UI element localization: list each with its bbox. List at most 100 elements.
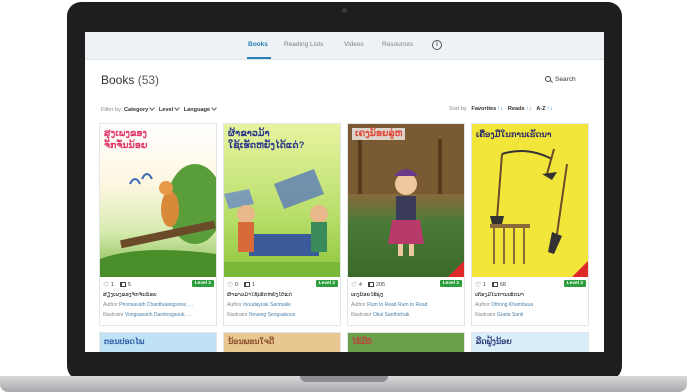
book-card[interactable]: ໄຮ້ມີບໍ່ — [347, 332, 465, 352]
girl-illustration — [348, 124, 464, 277]
cover-title: ໄຮ້ມີບໍ່ — [352, 337, 373, 346]
author-name[interactable]: Othong Khambuua — [491, 302, 533, 308]
illustrator-name[interactable]: Okul Santhichak — [373, 312, 409, 318]
read-count: 68 — [499, 282, 506, 288]
book-title[interactable]: ເຄງນ້ອຍໄຮ້ພຸ່ງ — [351, 292, 461, 298]
book-card[interactable]: ນ້ອນພອນໃຈດີ — [223, 332, 341, 352]
book-icon — [119, 282, 126, 287]
farm-tools-illustration — [490, 148, 588, 277]
illustrator-name[interactable]: Vongsavanh Damlongsouk, ... — [125, 312, 191, 318]
read-count: 5 — [127, 282, 131, 288]
search-button[interactable]: Search — [545, 76, 576, 83]
author-prefix: Author — [351, 302, 366, 308]
illustrator-name[interactable]: Noveng Sengsakoun — [249, 312, 295, 318]
heart-icon[interactable]: ♡ — [227, 282, 233, 289]
tab-books[interactable]: Books — [248, 41, 268, 48]
book-count: (53) — [137, 73, 160, 87]
chevron-down-icon — [211, 105, 217, 111]
search-label: Search — [555, 76, 576, 83]
book-stats: ♡ 1 5 — [103, 281, 131, 289]
author-name[interactable]: Phonsavath Chanthalangsone, ... — [119, 302, 193, 308]
info-icon[interactable]: i — [432, 40, 442, 50]
book-card[interactable]: ຜ້າຂາວມ້າ ໃຊ້ເຮັດຫຍັງໄດ້ແດ່? ♡ 0 1 Level … — [223, 123, 341, 326]
cover-title: ນ້ອນພອນໃຈດີ — [228, 337, 275, 346]
cover-title: ຕອນປອດໄພ — [104, 337, 145, 346]
sort-bar: Sort by Favorites↑↓ Reads↑↓ A-Z↑↓ — [449, 106, 556, 112]
like-count: 0 — [234, 282, 238, 288]
chevron-down-icon — [174, 105, 180, 111]
filter-category[interactable]: Category — [124, 107, 148, 113]
illustrator-prefix: Illustrator — [103, 312, 124, 318]
book-card[interactable]: ເຄງນ້ອຍລູ່ຫ ♡ 4 205 Level 2 ເຄງນ້ອຍໄຮ້ພຸ່… — [347, 123, 465, 326]
book-title[interactable]: ສຽງເພງຂອງຈັກຈັ່ນນ້ອຍ — [103, 292, 213, 298]
book-stats: ♡ 1 68 — [475, 281, 506, 289]
illustrator-name[interactable]: Gueta Santi — [497, 312, 523, 318]
book-icon — [491, 282, 498, 287]
cover-title: ເຄງນ້ອຍລູ່ຫ — [352, 128, 406, 140]
laptop-mockup: Books Reading Lists Videos Resources i B… — [0, 0, 687, 392]
heart-icon[interactable]: ♡ — [103, 282, 109, 289]
tab-videos[interactable]: Videos — [344, 41, 364, 48]
book-illustrator[interactable]: Illustrator Vongsavanh Damlongsouk, ... — [103, 312, 215, 318]
book-illustrator[interactable]: Illustrator Noveng Sengsakoun — [227, 312, 339, 318]
heart-icon[interactable]: ♡ — [475, 282, 481, 289]
tab-resources[interactable]: Resources — [382, 41, 413, 48]
sort-reads[interactable]: Reads — [508, 106, 525, 112]
cover-title: ຜ້າຂາວມ້າ ໃຊ້ເຮັດຫຍັງໄດ້ແດ່? — [228, 128, 305, 151]
read-count: 205 — [375, 282, 386, 288]
top-nav: Books Reading Lists Videos Resources i — [85, 32, 604, 60]
illustrator-prefix: Illustrator — [475, 312, 496, 318]
book-cover[interactable]: ສຸງເພງຂອງ ຈັກຈັ່ນນ້ອຍ — [100, 124, 216, 277]
book-author[interactable]: Author Rum to Read Rum to Read — [351, 302, 463, 308]
book-card[interactable]: ສຸງເພງຂອງ ຈັກຈັ່ນນ້ອຍ ♡ 1 5 Level 2 ສຽງເພ… — [99, 123, 217, 326]
author-name[interactable]: Inoudayvak Sanmalie — [243, 302, 291, 308]
sort-arrows-icon[interactable]: ↑↓ — [526, 106, 532, 112]
book-author[interactable]: Author Othong Khambuua — [475, 302, 587, 308]
book-card[interactable]: ລີດຟູ້ງນ້ອຍ — [471, 332, 589, 352]
cover-title: ສຸງເພງຂອງ ຈັກຈັ່ນນ້ອຍ — [104, 128, 148, 151]
level-badge: Level 2 — [563, 280, 586, 287]
read-count: 1 — [251, 282, 255, 288]
author-prefix: Author — [227, 302, 242, 308]
filter-level[interactable]: Level — [159, 107, 173, 113]
book-title[interactable]: ຜ້າຂາວມ້າໃຊ້ເຮັດຫຍັງໄດ້ແດ່ — [227, 292, 337, 298]
filter-bar: Filter by Category Level Language — [101, 105, 219, 113]
filter-label: Filter by — [101, 107, 121, 113]
book-card[interactable]: ຕອນປອດໄພ — [99, 332, 217, 352]
tab-reading-lists[interactable]: Reading Lists — [284, 41, 323, 48]
sort-label: Sort by — [449, 106, 467, 112]
book-illustrator[interactable]: Illustrator Okul Santhichak — [351, 312, 463, 318]
book-stats: ♡ 4 205 — [351, 281, 385, 289]
camera-dot — [342, 8, 347, 13]
sort-arrows-icon[interactable]: ↑↓ — [547, 106, 553, 112]
level-badge: Level 2 — [439, 280, 462, 287]
book-author[interactable]: Author Phonsavath Chanthalangsone, ... — [103, 302, 215, 308]
book-illustrator[interactable]: Illustrator Gueta Santi — [475, 312, 587, 318]
like-count: 1 — [482, 282, 486, 288]
heart-icon[interactable]: ♡ — [351, 282, 357, 289]
illustrator-prefix: Illustrator — [227, 312, 248, 318]
level-badge: Level 2 — [315, 280, 338, 287]
like-count: 1 — [110, 282, 114, 288]
book-cover[interactable]: ຜ້າຂາວມ້າ ໃຊ້ເຮັດຫຍັງໄດ້ແດ່? — [224, 124, 340, 277]
page-title: Books (53) — [101, 73, 159, 87]
search-icon — [545, 76, 551, 82]
chevron-down-icon — [149, 105, 156, 111]
like-count: 4 — [358, 282, 362, 288]
book-title[interactable]: ເຄື່ອງມືໃນການເຮັດນາ — [475, 292, 585, 298]
sort-arrows-icon[interactable]: ↑↓ — [497, 106, 503, 112]
illustrator-prefix: Illustrator — [351, 312, 372, 318]
cover-title: ລີດຟູ້ງນ້ອຍ — [476, 337, 512, 346]
book-stats: ♡ 0 1 — [227, 281, 255, 289]
book-cover[interactable]: ເຄື່ອງມືໃນການເຮັດນາ — [472, 124, 588, 277]
sort-favorites[interactable]: Favorites — [471, 106, 496, 112]
app-screen: Books Reading Lists Videos Resources i B… — [85, 32, 604, 352]
book-card[interactable]: ເຄື່ອງມືໃນການເຮັດນາ ♡ 1 68 Level 2 ເຄື່ອງ… — [471, 123, 589, 326]
book-icon — [367, 282, 374, 287]
filter-language[interactable]: Language — [184, 107, 210, 113]
active-tab-indicator — [247, 57, 271, 59]
sort-az[interactable]: A-Z — [536, 106, 545, 112]
book-cover[interactable]: ເຄງນ້ອຍລູ່ຫ — [348, 124, 464, 277]
author-name[interactable]: Rum to Read Rum to Read — [367, 302, 427, 308]
book-author[interactable]: Author Inoudayvak Sanmalie — [227, 302, 339, 308]
